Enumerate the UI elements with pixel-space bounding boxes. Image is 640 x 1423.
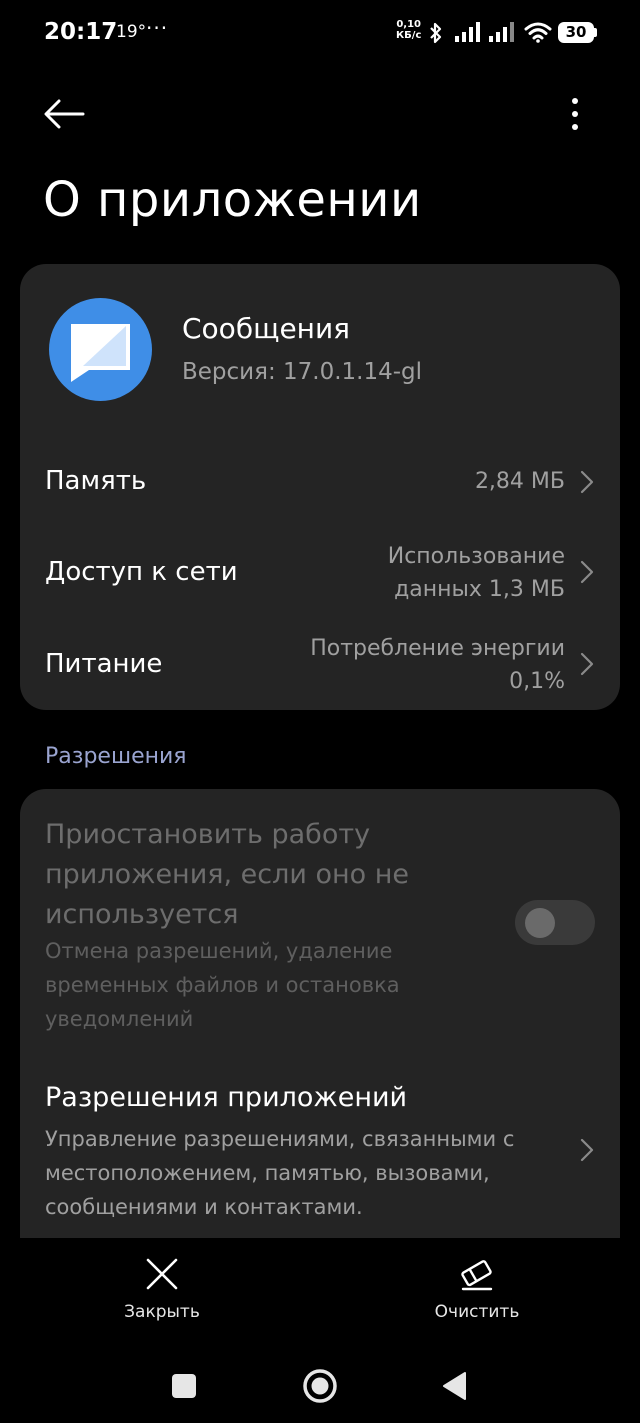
battery-level: 30 xyxy=(565,23,587,41)
signal-2-icon xyxy=(489,22,514,42)
status-more-dots: ··· xyxy=(146,16,169,40)
close-label: Закрыть xyxy=(124,1302,200,1322)
permissions-section-title: Разрешения xyxy=(45,744,187,769)
network-access-value: Использование данных 1,3 МБ xyxy=(388,540,565,606)
clear-data-button[interactable]: Очистить xyxy=(407,1256,547,1322)
battery-usage-value-line2: 0,1% xyxy=(509,669,565,694)
eraser-icon xyxy=(461,1260,493,1291)
wifi-icon xyxy=(524,22,552,43)
status-temperature: 19° xyxy=(116,22,147,42)
pause-app-title: Приостановить работу приложения, если он… xyxy=(45,819,410,930)
bottom-bar: Закрыть Очистить xyxy=(0,1238,640,1423)
pause-app-toggle[interactable] xyxy=(515,900,595,945)
app-permissions-row[interactable]: Разрешения приложений Управление разреше… xyxy=(20,1049,620,1249)
pause-app-row: Приостановить работу приложения, если он… xyxy=(20,789,620,1049)
network-speed: 0,10 КБ/с xyxy=(396,19,421,41)
app-name: Сообщения xyxy=(182,312,351,345)
close-icon xyxy=(146,1258,178,1290)
more-options-button[interactable] xyxy=(556,92,594,136)
app-permissions-description: Управление разрешениями, связанными с ме… xyxy=(45,1127,515,1219)
app-version: Версия: 17.0.1.14-gl xyxy=(182,359,423,385)
status-bar: 20:17 19° ··· 0,10 КБ/с 30 xyxy=(0,0,640,66)
page-title: О приложении xyxy=(43,172,422,228)
storage-label: Память xyxy=(45,466,147,496)
chevron-right-icon xyxy=(580,1138,594,1162)
app-permissions-title: Разрешения приложений xyxy=(45,1082,408,1113)
network-access-value-line1: Использование xyxy=(387,544,565,569)
chevron-right-icon xyxy=(580,470,594,494)
network-access-row[interactable]: Доступ к сети Использование данных 1,3 М… xyxy=(20,528,620,618)
square-icon xyxy=(172,1374,196,1398)
nav-home-button[interactable] xyxy=(298,1364,342,1408)
storage-value: 2,84 МБ xyxy=(474,469,565,494)
battery-usage-value: Потребление энергии 0,1% xyxy=(310,632,565,698)
app-info-card: Сообщения Версия: 17.0.1.14-gl Память 2,… xyxy=(20,264,620,710)
battery-usage-label: Питание xyxy=(45,649,163,679)
network-speed-unit: КБ/с xyxy=(396,30,422,41)
back-button[interactable] xyxy=(38,92,90,136)
triangle-back-icon xyxy=(443,1372,466,1400)
arrow-left-icon xyxy=(44,99,85,129)
battery-usage-row[interactable]: Питание Потребление энергии 0,1% xyxy=(20,620,620,710)
network-access-value-line2: данных 1,3 МБ xyxy=(394,577,565,602)
signal-1-icon xyxy=(455,22,480,42)
nav-recents-button[interactable] xyxy=(162,1364,206,1408)
battery-usage-value-line1: Потребление энергии xyxy=(310,636,565,661)
chevron-right-icon xyxy=(580,560,594,584)
toggle-knob xyxy=(525,908,555,938)
more-vertical-icon xyxy=(572,98,578,130)
message-icon xyxy=(71,324,130,382)
clear-label: Очистить xyxy=(434,1302,520,1322)
chevron-right-icon xyxy=(580,652,594,676)
network-speed-value: 0,10 xyxy=(396,19,422,30)
battery-icon: 30 xyxy=(558,22,598,43)
close-button[interactable]: Закрыть xyxy=(92,1256,232,1322)
pause-app-description: Отмена разрешений, удаление временных фа… xyxy=(45,939,400,1031)
bluetooth-icon xyxy=(430,22,442,44)
home-circle-icon xyxy=(303,1369,337,1403)
permissions-card: Приостановить работу приложения, если он… xyxy=(20,789,620,1249)
app-icon xyxy=(49,298,152,401)
storage-row[interactable]: Память 2,84 МБ xyxy=(20,438,620,526)
status-time: 20:17 xyxy=(44,19,118,45)
network-access-label: Доступ к сети xyxy=(45,557,238,587)
nav-back-button[interactable] xyxy=(432,1364,476,1408)
